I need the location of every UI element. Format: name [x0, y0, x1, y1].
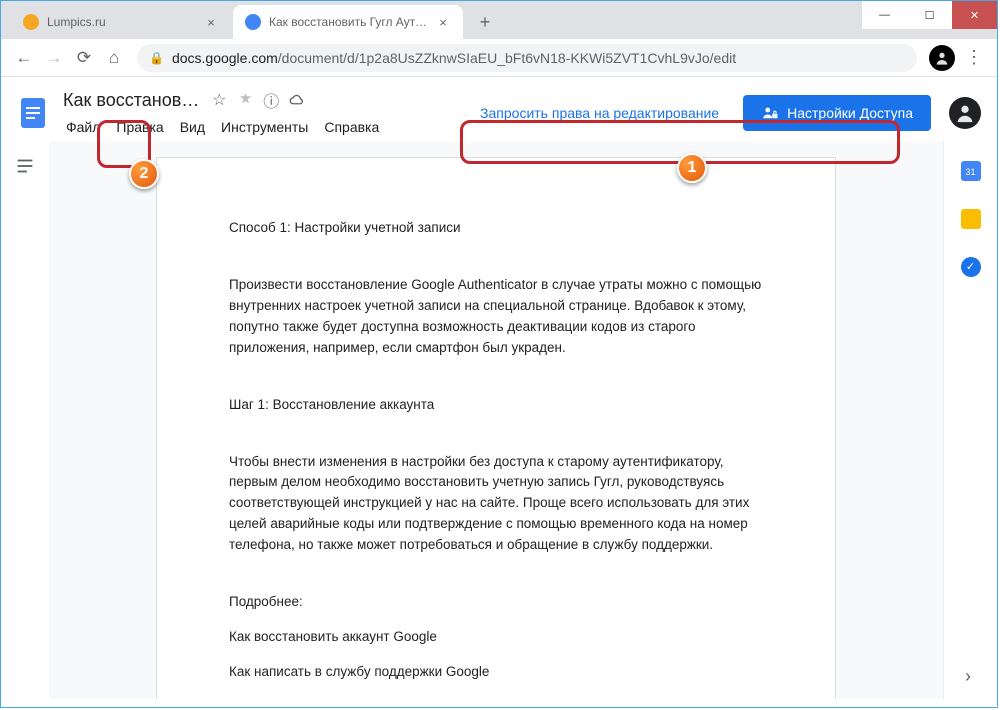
expand-side-panel-icon[interactable]: › — [965, 666, 971, 687]
forward-button: → — [39, 43, 69, 73]
url-host: docs.google.com — [172, 50, 278, 66]
document-paragraph: Как восстановить аккаунт Google — [229, 627, 763, 648]
document-paragraph: Способ 1: Настройки учетной записи — [229, 218, 763, 239]
url-input[interactable]: 🔒 docs.google.com/document/d/1p2a8UsZZkn… — [137, 44, 917, 72]
menu-tools[interactable]: Инструменты — [214, 115, 315, 139]
account-avatar[interactable] — [949, 97, 981, 129]
browser-tab-lumpics[interactable]: Lumpics.ru × — [11, 5, 231, 39]
reload-button[interactable]: ⟳ — [69, 43, 99, 73]
browser-tabstrip: Lumpics.ru × Как восстановить Гугл Аутен… — [1, 1, 997, 39]
back-button[interactable]: ← — [9, 43, 39, 73]
favicon-lumpics-icon — [23, 14, 39, 30]
docs-header: Как восстанов… ☆ ⓘ Файл Правка Вид Инстр… — [1, 77, 997, 141]
outline-icon[interactable] — [14, 155, 36, 177]
menu-help[interactable]: Справка — [317, 115, 386, 139]
side-panel — [943, 141, 997, 699]
star-icon[interactable]: ☆ — [209, 90, 229, 110]
lock-icon: 🔒 — [149, 51, 164, 65]
calendar-icon[interactable] — [961, 161, 981, 181]
request-edit-access-link[interactable]: Запросить права на редактирование — [468, 97, 731, 129]
cloud-icon[interactable] — [287, 90, 307, 110]
close-icon[interactable]: × — [435, 14, 451, 30]
document-canvas[interactable]: Способ 1: Настройки учетной записи Произв… — [49, 141, 943, 699]
favicon-docs-icon — [245, 14, 261, 30]
document-paragraph: Как написать в службу поддержки Google — [229, 662, 763, 683]
info-icon[interactable]: ⓘ — [261, 90, 281, 110]
new-tab-button[interactable]: + — [471, 8, 499, 36]
document-paragraph: Чтобы внести изменения в настройки без д… — [229, 452, 763, 557]
tab-title: Lumpics.ru — [47, 15, 199, 29]
document-title[interactable]: Как восстанов… — [59, 88, 203, 113]
close-icon[interactable]: × — [203, 14, 219, 30]
menu-edit[interactable]: Правка — [109, 115, 170, 139]
browser-tab-docs[interactable]: Как восстановить Гугл Аутентиф × — [233, 5, 463, 39]
left-sidebar — [1, 141, 49, 699]
window-maximize[interactable]: ☐ — [907, 1, 952, 29]
tab-title: Как восстановить Гугл Аутентиф — [269, 15, 431, 29]
share-button-label: Настройки Доступа — [787, 105, 913, 121]
profile-avatar[interactable] — [929, 45, 955, 71]
url-path: /document/d/1p2a8UsZZknwSIaEU_bFt6vN18-K… — [278, 50, 736, 66]
window-minimize[interactable]: — — [862, 1, 907, 29]
window-close[interactable]: ✕ — [952, 1, 997, 29]
document-paragraph: Произвести восстановление Google Authent… — [229, 275, 763, 359]
document-paragraph: Подробнее: — [229, 592, 763, 613]
move-icon[interactable] — [235, 90, 255, 110]
home-button[interactable]: ⌂ — [99, 43, 129, 73]
menu-file[interactable]: Файл — [59, 115, 107, 139]
keep-icon[interactable] — [961, 209, 981, 229]
docs-menubar: Файл Правка Вид Инструменты Справка — [59, 115, 386, 139]
browser-address-bar: ← → ⟳ ⌂ 🔒 docs.google.com/document/d/1p2… — [1, 39, 997, 77]
person-lock-icon — [761, 104, 779, 122]
document-page: Способ 1: Настройки учетной записи Произв… — [156, 157, 836, 699]
menu-view[interactable]: Вид — [173, 115, 212, 139]
browser-menu-button[interactable]: ⋮ — [959, 43, 989, 73]
share-button[interactable]: Настройки Доступа — [743, 95, 931, 131]
tasks-icon[interactable] — [961, 257, 981, 277]
docs-logo-icon[interactable] — [15, 95, 51, 131]
document-paragraph: Шаг 1: Восстановление аккаунта — [229, 395, 763, 416]
